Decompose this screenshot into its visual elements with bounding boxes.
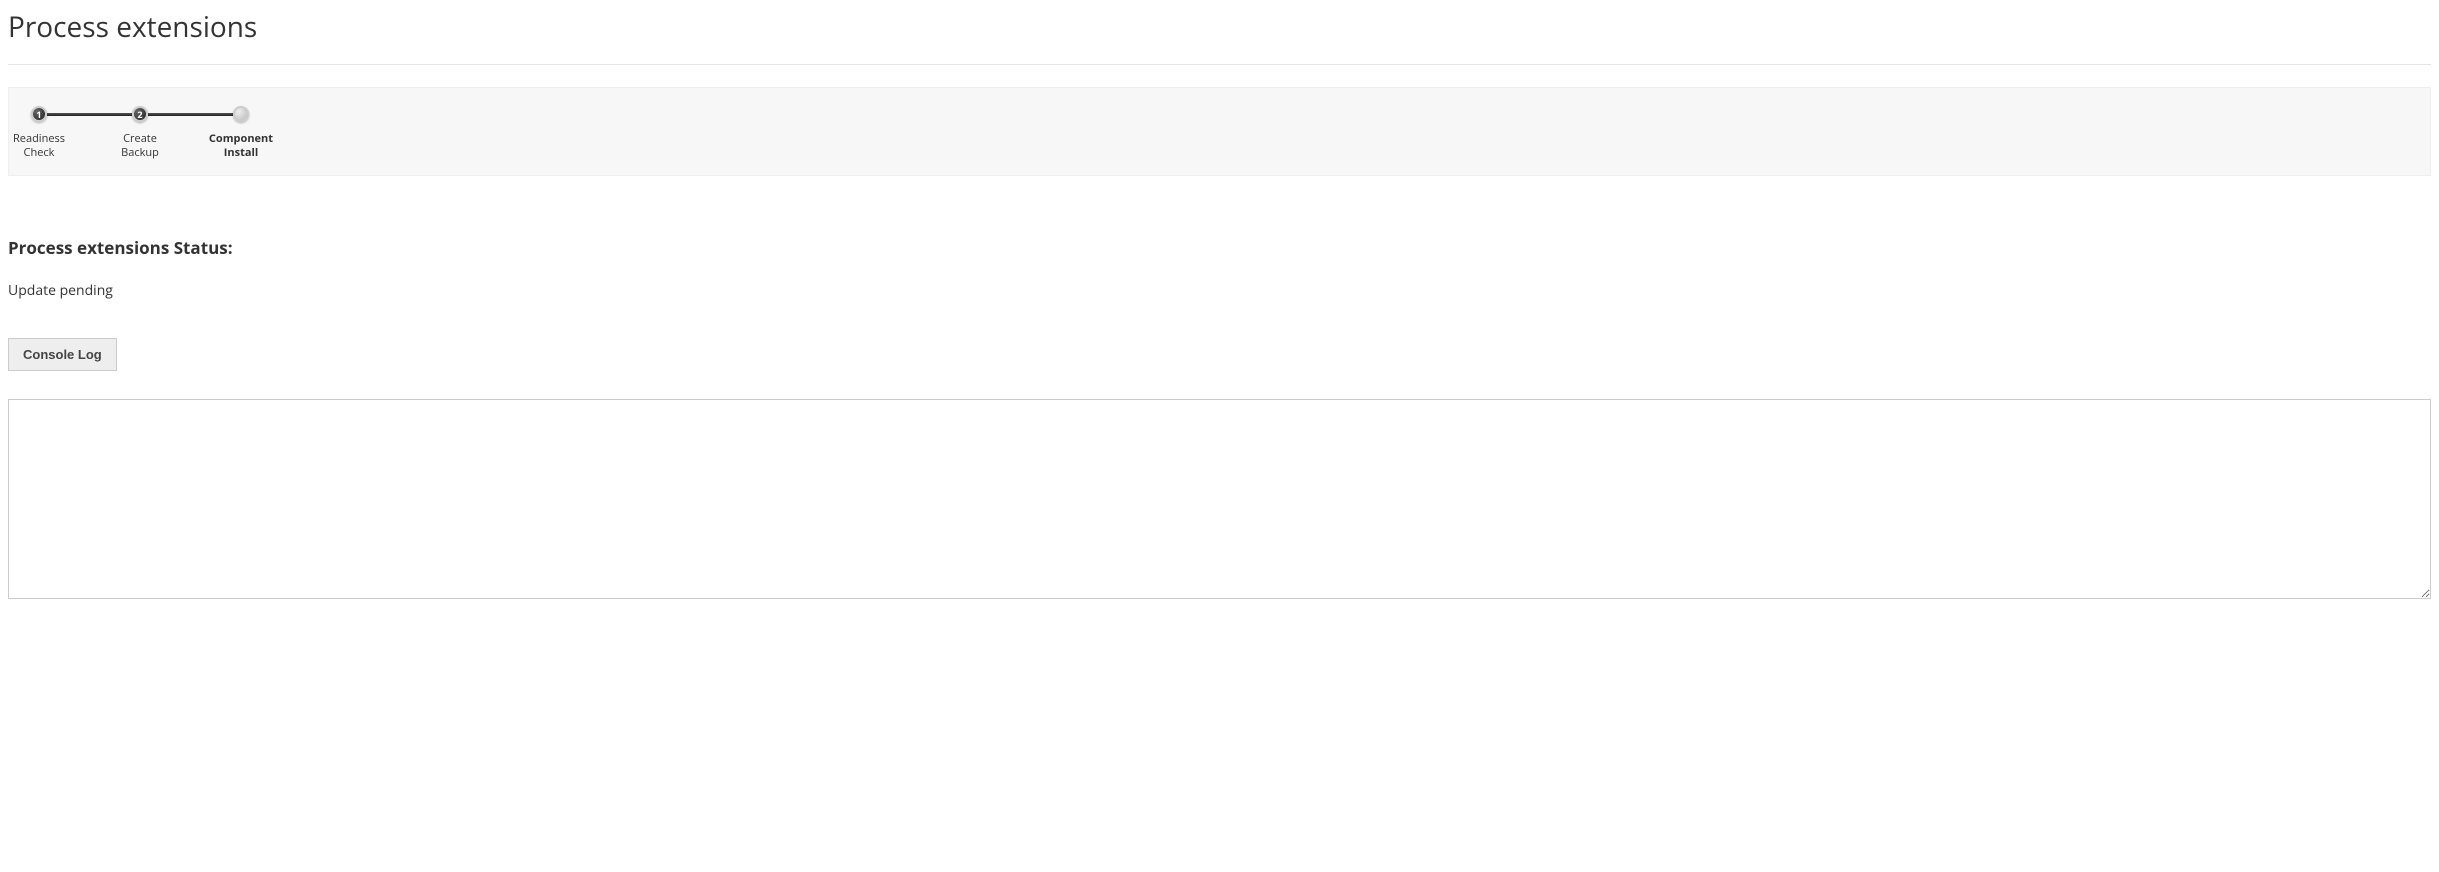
title-divider xyxy=(8,64,2431,65)
step-label-backup: Create Backup xyxy=(110,132,170,161)
step-label-readiness: Readiness Check xyxy=(9,132,69,161)
step-circle-1: 1 xyxy=(31,106,47,122)
page-title: Process extensions xyxy=(8,8,2431,46)
console-log-output[interactable] xyxy=(8,399,2431,599)
status-text: Update pending xyxy=(8,281,2431,300)
progress-stepper: 1 2 Readiness Check Create Backup Compon… xyxy=(8,87,2431,176)
status-heading: Process extensions Status: xyxy=(8,236,2431,259)
console-log-button[interactable]: Console Log xyxy=(8,338,117,371)
step-connector-1 xyxy=(47,113,132,116)
step-circle-2: 2 xyxy=(132,106,148,122)
step-label-component: Component Install xyxy=(206,132,276,161)
step-connector-2 xyxy=(148,113,233,116)
step-circle-3 xyxy=(233,106,249,122)
step-track: 1 2 xyxy=(31,106,249,122)
